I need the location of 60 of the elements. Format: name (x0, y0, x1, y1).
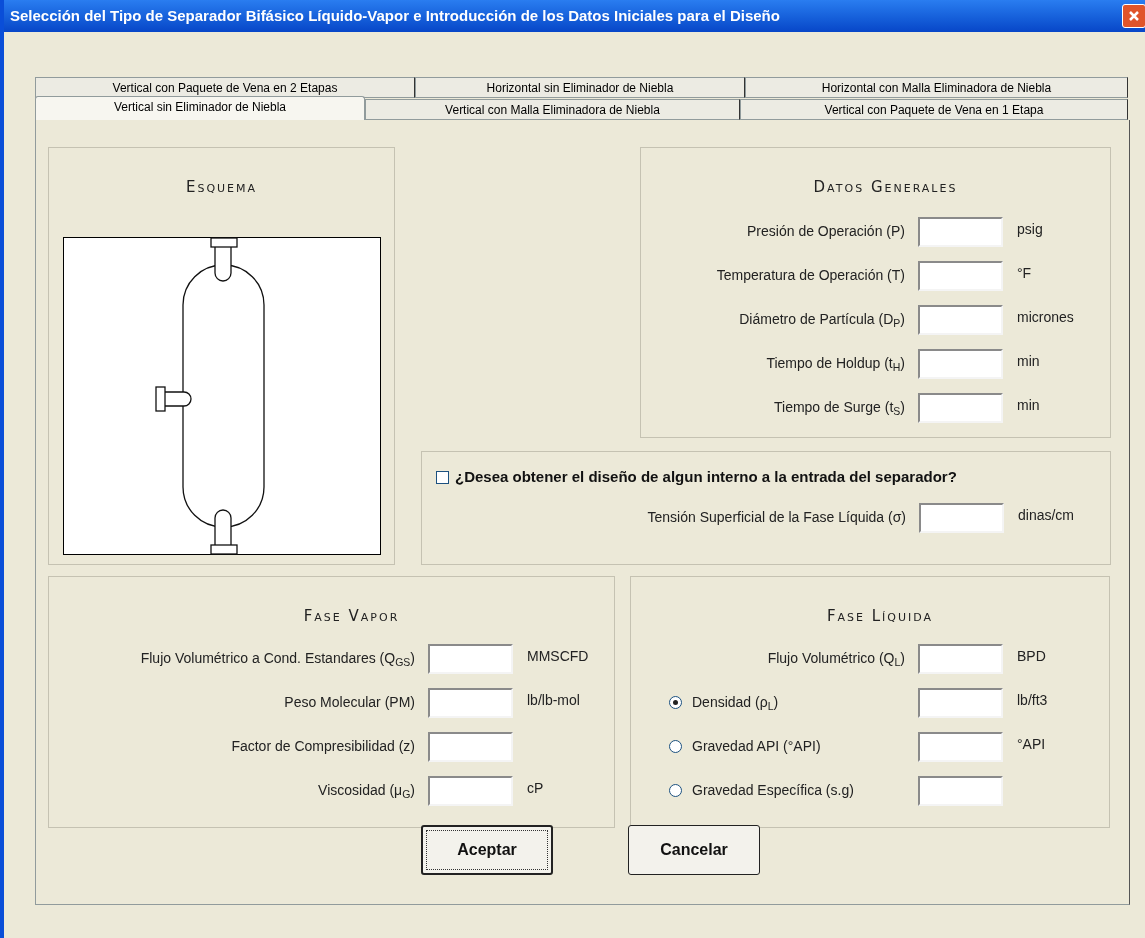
radio-label: Densidad (ρ$_{L}$) (692, 693, 780, 713)
input-field[interactable] (918, 643, 1003, 674)
input-field[interactable] (918, 304, 1003, 335)
input-field[interactable] (918, 687, 1003, 718)
radio-button[interactable] (669, 784, 682, 797)
field-label: Temperatura de Operación (T) (715, 266, 905, 285)
group-title: Datos Generales (813, 177, 958, 198)
unit-label: dinas/cm (1018, 506, 1075, 525)
field-label: Presión de Operación (P) (746, 222, 905, 241)
field-label: Tiempo de Surge (t$_{S}$) (773, 398, 905, 418)
input-field[interactable] (919, 502, 1004, 533)
unit-label: min (1017, 396, 1040, 415)
unit-label: psig (1017, 220, 1043, 239)
radio-button[interactable] (669, 740, 682, 753)
tab[interactable]: Vertical sin Eliminador de Niebla (35, 96, 365, 120)
input-field[interactable] (918, 348, 1003, 379)
radio-label: Gravedad API (°API) (692, 737, 822, 756)
dialog-button[interactable]: Aceptar (421, 825, 553, 875)
close-icon (1128, 10, 1140, 22)
unit-label: °F (1017, 264, 1032, 283)
group-title: Esquema (185, 177, 258, 198)
field-label: Diámetro de Partícula (D$_{P}$) (738, 310, 905, 330)
input-field[interactable] (918, 216, 1003, 247)
tab[interactable]: Horizontal sin Eliminador de Niebla (415, 77, 745, 98)
tab[interactable]: Vertical con Paquete de Vena en 1 Etapa (740, 99, 1128, 120)
window-title: Selección del Tipo de Separador Bifásico Líquido-Vapor e Introducción de los Datos Iniciales para el Diseño (10, 5, 780, 26)
unit-label: BPD (1017, 647, 1046, 666)
tab[interactable]: Horizontal con Malla Eliminadora de Niebla (745, 77, 1128, 98)
dialog-button[interactable]: Cancelar (628, 825, 760, 875)
radio-label: Gravedad Específica (s.g) (692, 781, 855, 800)
unit-label: cP (527, 779, 544, 798)
group-title: Fase Líquida (826, 606, 934, 627)
field-label: Flujo Volumétrico (Q$_{L}$) (766, 649, 905, 669)
unit-label: MMSCFD (527, 647, 589, 666)
unit-label: micrones (1017, 308, 1074, 327)
input-field[interactable] (428, 643, 513, 674)
radio-button[interactable] (669, 696, 682, 709)
field-label: Flujo Volumétrico a Cond. Estandares (Q$_{GS}$) (139, 649, 415, 669)
input-field[interactable] (428, 775, 513, 806)
field-label: Factor de Compresibilidad (z) (230, 737, 415, 756)
input-field[interactable] (918, 260, 1003, 291)
checkbox[interactable] (436, 470, 449, 484)
group-title: Fase Vapor (303, 606, 400, 627)
checkbox-label: ¿Desea obtener el diseño de algun interno a la entrada del separador? (455, 467, 957, 487)
unit-label: °API (1017, 735, 1046, 754)
unit-label: min (1017, 352, 1040, 371)
input-field[interactable] (918, 775, 1003, 806)
input-field[interactable] (918, 392, 1003, 423)
unit-label: lb/lb-mol (527, 691, 580, 710)
field-label: Tiempo de Holdup (t$_{H}$) (765, 354, 905, 374)
field-label: Tensión Superficial de la Fase Líquida (σ) (646, 508, 906, 527)
close-button[interactable] (1122, 4, 1145, 28)
unit-label: lb/ft3 (1017, 691, 1048, 710)
tab[interactable]: Vertical con Paquete de Vena en 2 Etapas (35, 77, 415, 98)
input-field[interactable] (918, 731, 1003, 762)
input-field[interactable] (428, 731, 513, 762)
input-field[interactable] (428, 687, 513, 718)
field-label: Peso Molecular (PM) (283, 693, 415, 712)
field-label: Viscosidad (μ$_{G}$) (317, 781, 415, 801)
tab[interactable]: Vertical con Malla Eliminadora de Niebla (365, 99, 740, 120)
